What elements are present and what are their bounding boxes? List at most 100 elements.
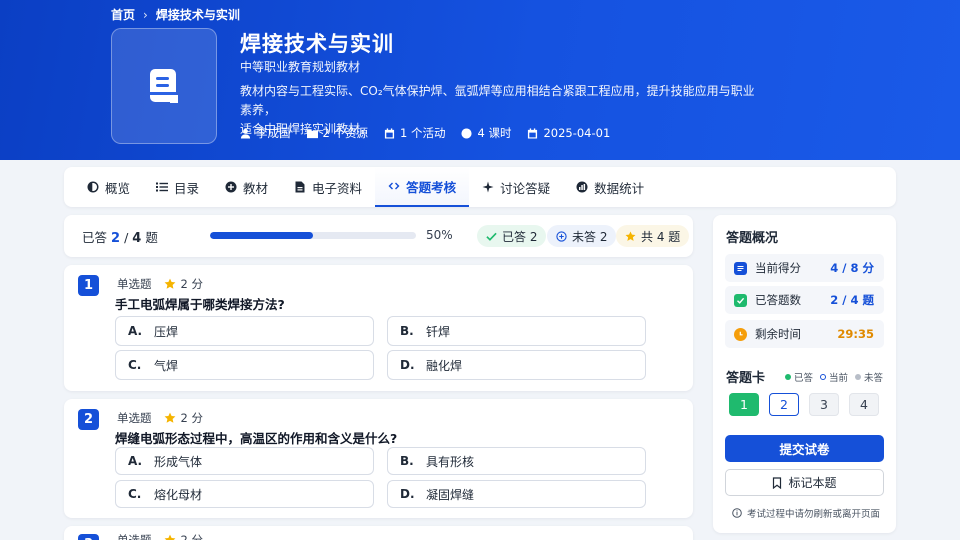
question-number: 3 <box>78 534 99 540</box>
star-icon <box>164 278 175 289</box>
answered-count: 2 <box>111 230 121 246</box>
question-score: 2 分 <box>164 410 203 426</box>
question-meta: 单选题 2 分 <box>117 410 203 426</box>
breadcrumb-current: 焊接技术与实训 <box>155 8 240 22</box>
course-subtitle: 中等职业教育规划教材 <box>240 60 361 74</box>
code-arrows-icon <box>388 182 400 190</box>
plus-circle-icon <box>556 230 567 242</box>
option-c[interactable]: C. 气焊 <box>115 350 374 380</box>
tab-e-materials[interactable]: 电子资料 <box>281 167 375 207</box>
option-d[interactable]: D. 凝固焊缝 <box>387 480 646 508</box>
submit-exam-button[interactable]: 提交试卷 <box>725 435 884 462</box>
answer-card-button-unanswered[interactable]: 3 <box>809 393 839 416</box>
answered-stat: 已答题数 2 / 4 题 <box>725 286 884 314</box>
course-description-line: 教材内容与工程实际、CO₂气体保护焊、氩弧焊等应用相结合紧跟工程应用，提升技能应… <box>240 84 755 117</box>
option-b[interactable]: B. 具有形核 <box>387 447 646 475</box>
progress-summary: 已答 2 / 4 题 <box>82 229 158 246</box>
tab-quiz[interactable]: 答题考核 <box>375 167 470 207</box>
progress-bar-fill <box>210 232 313 239</box>
breadcrumb-home[interactable]: 首页 <box>111 6 135 23</box>
progress-bar <box>210 232 416 239</box>
meta-hours: 4 课时 <box>461 125 511 141</box>
star-icon <box>164 534 175 540</box>
question-type: 单选题 <box>117 533 152 540</box>
book-icon <box>150 69 178 103</box>
legend-answered: 已答 <box>785 370 813 384</box>
meta-resources: 2 个资源 <box>306 125 368 141</box>
answer-card-button-answered[interactable]: 1 <box>729 393 759 416</box>
question-type: 单选题 <box>117 277 152 291</box>
answered-chip: 已答 2 <box>477 225 547 247</box>
chart-icon <box>576 181 588 193</box>
overview-icon <box>87 181 99 193</box>
total-count: 4 <box>132 230 142 246</box>
total-chip: 共 4 题 <box>616 225 690 247</box>
sparkle-icon <box>482 181 494 193</box>
option-a[interactable]: A. 压焊 <box>115 316 374 346</box>
star-icon <box>164 412 175 423</box>
question-text: 焊缝电弧形态过程中，高温区的作用和含义是什么? <box>115 431 398 446</box>
legend-unanswered: 未答 <box>855 370 883 384</box>
meta-date: 2025-04-01 <box>527 126 610 140</box>
question-meta: 单选题 2 分 <box>117 276 203 292</box>
option-d[interactable]: D. 融化焊 <box>387 350 646 380</box>
answered-value: 2 / 4 题 <box>830 293 874 307</box>
tab-catalog[interactable]: 目录 <box>143 167 212 207</box>
summary-title: 答题概况 <box>726 231 779 246</box>
answer-card-button-unanswered[interactable]: 4 <box>849 393 879 416</box>
star-icon <box>625 231 636 241</box>
option-c[interactable]: C. 熔化母材 <box>115 480 374 508</box>
tab-overview[interactable]: 概览 <box>74 167 143 207</box>
answer-card-legend: 已答 当前 未答 <box>785 370 883 384</box>
bookmark-icon <box>773 476 782 489</box>
score-icon <box>734 261 747 275</box>
breadcrumb-separator: › <box>143 7 148 22</box>
question-meta: 单选题 2 分 <box>117 532 203 540</box>
question-text: 手工电弧焊属于哪类焊接方法? <box>115 297 285 312</box>
course-header: 首页 › 焊接技术与实训 焊接技术与实训 中等职业教育规划教材 教材内容与工程实… <box>0 0 960 160</box>
question-card: 3 单选题 2 分 <box>64 526 693 540</box>
question-type: 单选题 <box>117 411 152 425</box>
calendar-icon <box>528 127 538 139</box>
option-a[interactable]: A. 形成气体 <box>115 447 374 475</box>
course-tabs: 概览 目录 教材 电子资料 答题考核 讨论答疑 数据统计 <box>64 167 896 207</box>
tab-discussion[interactable]: 讨论答疑 <box>469 167 563 207</box>
info-icon <box>732 508 742 518</box>
question-card: 1 单选题 2 分 手工电弧焊属于哪类焊接方法? A. 压焊 B. 钎焊 C. … <box>64 265 693 391</box>
clock-icon <box>734 327 747 341</box>
plus-circle-icon <box>225 181 237 193</box>
exam-tip: 考试过程中请勿刷新或离开页面 <box>732 506 880 520</box>
question-number: 2 <box>78 409 99 430</box>
list-icon <box>156 182 169 192</box>
checkbox-icon <box>734 293 747 307</box>
remaining-time-stat: 剩余时间 29:35 <box>725 320 884 348</box>
tab-statistics[interactable]: 数据统计 <box>563 167 657 207</box>
answer-sidebar: 答题概况 当前得分 4 / 8 分 已答题数 2 / 4 题 剩余时间 29:3… <box>713 215 896 533</box>
question-card: 2 单选题 2 分 焊缝电弧形态过程中，高温区的作用和含义是什么? A. 形成气… <box>64 399 693 518</box>
calendar-icon <box>384 127 395 139</box>
current-score-value: 4 / 8 分 <box>830 261 874 275</box>
user-icon <box>240 128 251 139</box>
course-title: 焊接技术与实训 <box>240 32 394 56</box>
folder-icon <box>306 129 318 138</box>
mark-question-button[interactable]: 标记本题 <box>725 469 884 496</box>
current-score-stat: 当前得分 4 / 8 分 <box>725 254 884 282</box>
legend-current: 当前 <box>820 370 848 384</box>
course-meta: 李成国 2 个资源 1 个活动 4 课时 2025-04-01 <box>240 125 610 141</box>
course-cover <box>111 28 217 144</box>
tab-textbook[interactable]: 教材 <box>212 167 281 207</box>
progress-percent: 50% <box>426 228 453 242</box>
question-score: 2 分 <box>164 532 203 540</box>
meta-activities: 1 个活动 <box>384 125 445 141</box>
breadcrumb: 首页 › 焊接技术与实训 <box>111 6 240 23</box>
unanswered-chip: 未答 2 <box>547 225 617 247</box>
meta-author: 李成国 <box>240 125 291 141</box>
option-b[interactable]: B. 钎焊 <box>387 316 646 346</box>
answer-card-button-current[interactable]: 2 <box>769 393 799 416</box>
clock-icon <box>461 127 473 139</box>
answer-card-title: 答题卡 <box>726 371 766 386</box>
remaining-time-value: 29:35 <box>837 327 874 341</box>
check-icon <box>486 232 497 241</box>
question-number: 1 <box>78 275 99 296</box>
document-icon <box>295 181 305 193</box>
